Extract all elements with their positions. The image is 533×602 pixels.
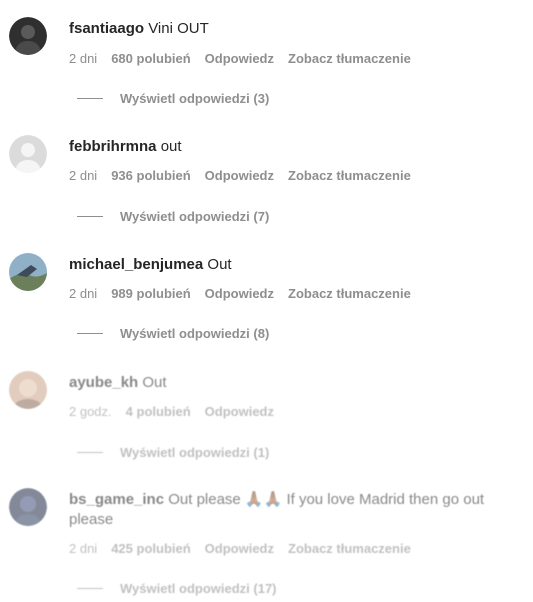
avatar[interactable]	[9, 135, 47, 173]
translate-button[interactable]: Zobacz tłumaczenie	[288, 541, 411, 556]
comment-likes[interactable]: 680 polubień	[111, 51, 190, 66]
replies-divider	[77, 333, 103, 334]
avatar[interactable]	[9, 253, 47, 291]
replies-divider	[77, 98, 103, 99]
comment-username[interactable]: ayube_kh	[69, 374, 138, 391]
comment-time: 2 dni	[69, 286, 98, 301]
comment-text: Out	[207, 256, 232, 273]
reply-button[interactable]: Odpowiedz	[205, 168, 274, 183]
view-replies-label: Wyświetl odpowiedzi (3)	[120, 91, 270, 106]
comment-likes[interactable]: 4 polubień	[126, 404, 191, 419]
comment-time: 2 godz.	[69, 404, 112, 419]
comment-username[interactable]: michael_benjumea	[69, 256, 203, 273]
comment-likes[interactable]: 936 polubień	[111, 168, 190, 183]
view-replies-label: Wyświetl odpowiedzi (7)	[120, 209, 270, 224]
comment-username[interactable]: bs_game_inc	[69, 491, 164, 508]
view-replies-label: Wyświetl odpowiedzi (17)	[120, 581, 277, 596]
comment-text: Vini OUT	[148, 20, 209, 37]
comment-username[interactable]: fsantiaago	[69, 20, 144, 37]
translate-button[interactable]: Zobacz tłumaczenie	[288, 51, 411, 66]
reply-button[interactable]: Odpowiedz	[205, 541, 274, 556]
comment-text: Out	[142, 374, 167, 391]
comment-time: 2 dni	[69, 51, 98, 66]
view-replies-button[interactable]: Wyświetl odpowiedzi (1)	[77, 445, 269, 460]
reply-button[interactable]: Odpowiedz	[205, 51, 274, 66]
view-replies-button[interactable]: Wyświetl odpowiedzi (7)	[77, 209, 269, 224]
comment-time: 2 dni	[69, 168, 98, 183]
comment-likes[interactable]: 425 polubień	[111, 541, 190, 556]
view-replies-label: Wyświetl odpowiedzi (8)	[120, 326, 270, 341]
replies-divider	[77, 452, 103, 453]
view-replies-button[interactable]: Wyświetl odpowiedzi (3)	[77, 91, 269, 106]
reply-button[interactable]: Odpowiedz	[205, 286, 274, 301]
replies-divider	[77, 216, 103, 217]
view-replies-button[interactable]: Wyświetl odpowiedzi (17)	[77, 581, 277, 596]
translate-button[interactable]: Zobacz tłumaczenie	[288, 286, 411, 301]
avatar[interactable]	[9, 488, 47, 526]
view-replies-label: Wyświetl odpowiedzi (1)	[120, 445, 270, 460]
avatar[interactable]	[9, 371, 47, 409]
translate-button[interactable]: Zobacz tłumaczenie	[288, 168, 411, 183]
view-replies-button[interactable]: Wyświetl odpowiedzi (8)	[77, 326, 269, 341]
replies-divider	[77, 588, 103, 589]
comment-likes[interactable]: 989 polubień	[111, 286, 190, 301]
comment-username[interactable]: febbrihrmna	[69, 138, 157, 155]
comment-text: out	[160, 138, 182, 155]
avatar[interactable]	[9, 17, 47, 55]
comment-time: 2 dni	[69, 541, 98, 556]
reply-button[interactable]: Odpowiedz	[205, 404, 274, 419]
